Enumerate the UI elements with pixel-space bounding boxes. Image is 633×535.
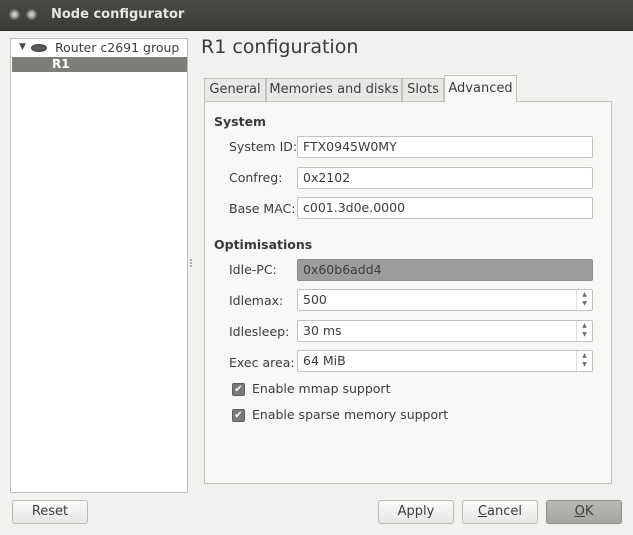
exec-area-spinbox[interactable]: 64 MiB ▲ ▼ <box>297 350 593 372</box>
confreg-field[interactable]: 0x2102 <box>297 167 593 189</box>
cancel-button[interactable]: Cancel <box>462 500 538 524</box>
idlesleep-label: Idlesleep: <box>229 324 290 339</box>
minimize-icon[interactable] <box>26 9 37 20</box>
expand-arrow-icon[interactable]: ▼ <box>19 42 26 52</box>
idle-pc-label: Idle-PC: <box>229 262 277 277</box>
node-configurator-window: Node configurator ▼ Router c2691 group R… <box>0 0 633 535</box>
idlesleep-value: 30 ms <box>303 323 342 338</box>
window-title: Node configurator <box>51 7 185 22</box>
apply-button[interactable]: Apply <box>378 500 454 524</box>
tab-memories-and-disks[interactable]: Memories and disks <box>266 78 402 101</box>
node-tree[interactable]: ▼ Router c2691 group R1 <box>10 38 188 493</box>
spin-arrows-icon[interactable]: ▲ ▼ <box>576 351 592 371</box>
sparse-memory-label[interactable]: Enable sparse memory support <box>252 407 448 422</box>
tab-general[interactable]: General <box>204 78 266 101</box>
idle-pc-field: 0x60b6add4 <box>297 259 593 281</box>
tab-advanced[interactable]: Advanced <box>444 75 517 102</box>
sparse-memory-checkbox[interactable]: ✔ <box>232 409 245 422</box>
tree-group-label: Router c2691 group <box>55 40 180 55</box>
splitter-handle[interactable] <box>190 258 193 268</box>
spin-arrows-icon[interactable]: ▲ ▼ <box>576 290 592 310</box>
title-bar: Node configurator <box>0 0 633 31</box>
system-id-label: System ID: <box>229 139 298 154</box>
ok-button[interactable]: OK <box>546 500 622 524</box>
mmap-label[interactable]: Enable mmap support <box>252 381 390 396</box>
router-icon <box>31 44 47 52</box>
page-title: R1 configuration <box>201 36 359 58</box>
spin-arrows-icon[interactable]: ▲ ▼ <box>576 321 592 341</box>
mmap-checkbox[interactable]: ✔ <box>232 383 245 396</box>
tree-item-r1[interactable]: R1 <box>12 57 187 72</box>
checkmark-icon: ✔ <box>234 384 243 395</box>
base-mac-field[interactable]: c001.3d0e.0000 <box>297 197 593 219</box>
tree-item-label: R1 <box>52 57 70 71</box>
idlemax-value: 500 <box>303 292 327 307</box>
reset-button[interactable]: Reset <box>12 500 88 524</box>
optimisations-section-title: Optimisations <box>214 237 313 252</box>
close-icon[interactable] <box>9 9 20 20</box>
system-section-title: System <box>214 114 267 129</box>
exec-area-value: 64 MiB <box>303 353 346 368</box>
base-mac-label: Base MAC: <box>229 201 296 216</box>
checkmark-icon: ✔ <box>234 410 243 421</box>
idlemax-label: Idlemax: <box>229 293 284 308</box>
system-id-field[interactable]: FTX0945W0MY <box>297 136 593 158</box>
idlesleep-spinbox[interactable]: 30 ms ▲ ▼ <box>297 320 593 342</box>
tab-slots[interactable]: Slots <box>402 78 444 101</box>
tree-group-router-c2691[interactable]: ▼ Router c2691 group <box>11 39 187 57</box>
confreg-label: Confreg: <box>229 170 283 185</box>
idlemax-spinbox[interactable]: 500 ▲ ▼ <box>297 289 593 311</box>
exec-area-label: Exec area: <box>229 355 295 370</box>
